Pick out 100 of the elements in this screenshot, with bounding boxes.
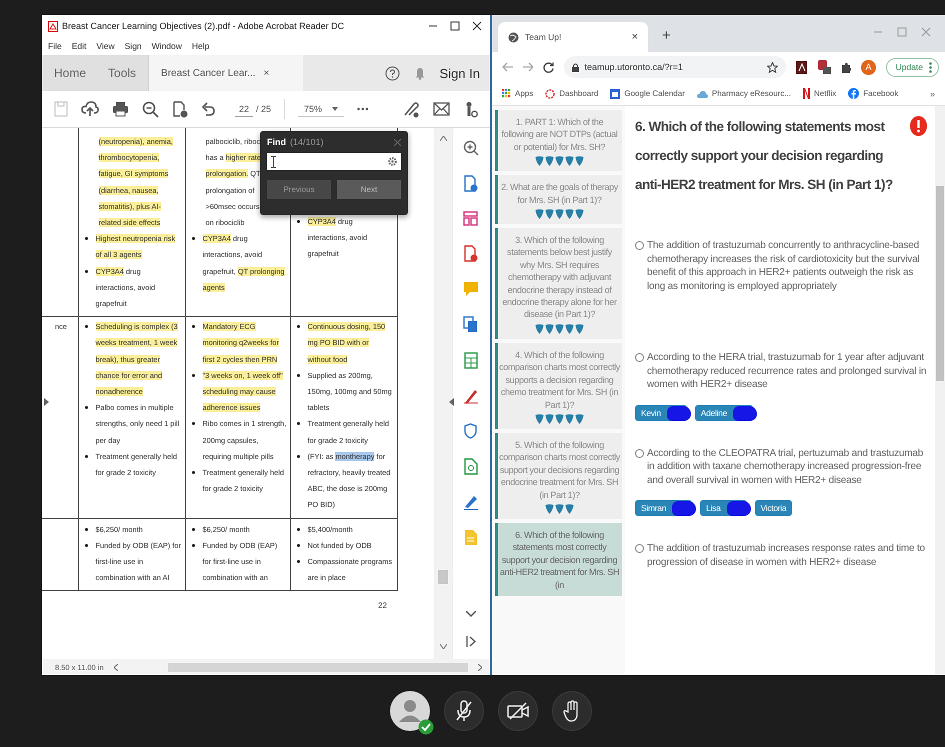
vote-drop-icon xyxy=(545,324,554,334)
page-number-field[interactable]: 22 xyxy=(235,102,254,116)
vote-drop-icon xyxy=(545,156,554,166)
expand-panel-icon[interactable] xyxy=(44,398,49,406)
pdf-icon xyxy=(48,20,58,32)
scrollbar[interactable] xyxy=(434,128,452,659)
cloud-icon xyxy=(696,90,708,98)
signature-pen-icon[interactable] xyxy=(462,494,478,510)
scrollbar-thumb[interactable] xyxy=(438,570,448,584)
close-icon[interactable] xyxy=(472,21,482,31)
combine-files-icon[interactable] xyxy=(463,316,478,333)
hand-icon xyxy=(562,700,580,722)
organize-pages-icon[interactable] xyxy=(463,211,478,226)
tab-close[interactable]: × xyxy=(264,68,270,78)
zoom-dropdown[interactable]: 75% xyxy=(298,102,344,116)
collapse-panel-icon[interactable] xyxy=(449,398,454,406)
menu-item[interactable]: File xyxy=(48,41,62,51)
vote-drop-icon xyxy=(555,156,564,166)
question-item[interactable]: 6. Which of the following statements most correctly support your decision regarding anti-HER2 treatment for Mrs. SH (in xyxy=(495,522,622,596)
chevron-down-icon[interactable] xyxy=(466,611,476,617)
vote-drop-icon xyxy=(535,209,544,220)
tab-close[interactable]: × xyxy=(632,31,638,43)
shield-icon[interactable] xyxy=(464,423,477,439)
update-button[interactable]: Update xyxy=(886,58,940,76)
vote-drop-icon xyxy=(555,414,564,424)
vote-drop-icon xyxy=(575,156,584,166)
bookmark[interactable]: Facebook xyxy=(848,88,898,99)
extension-badge-icon[interactable] xyxy=(817,60,831,74)
microphone-button[interactable] xyxy=(444,691,484,731)
maximize-icon[interactable] xyxy=(450,21,460,31)
scrollbar-thumb[interactable] xyxy=(168,662,468,672)
reload-icon[interactable] xyxy=(543,62,554,72)
file-plus-icon[interactable] xyxy=(464,175,478,192)
new-tab-button[interactable]: + xyxy=(662,27,671,44)
browser-tab[interactable]: Team Up! × xyxy=(498,22,648,52)
more-bookmarks[interactable]: » xyxy=(930,88,935,98)
pen-icon[interactable] xyxy=(462,388,478,404)
redaction-scribble xyxy=(672,501,696,516)
vote-drop-icon xyxy=(575,324,584,334)
search-field[interactable] xyxy=(267,153,401,170)
vote-drop-icon xyxy=(535,414,544,424)
menu-item[interactable]: View xyxy=(96,41,115,51)
star-icon[interactable] xyxy=(766,62,778,72)
radio-button[interactable] xyxy=(635,544,644,553)
zoom-out-icon[interactable] xyxy=(142,100,159,118)
text-cursor-icon xyxy=(271,156,276,168)
nav-tab[interactable]: Home xyxy=(54,66,86,80)
raise-hand-button[interactable] xyxy=(552,691,592,731)
question-text: 5. Which of the following comparison charts most correctly support your decisions regarding endocrine treatment for Mrs. SH (in Part 1)? xyxy=(499,438,620,501)
expand-icon[interactable] xyxy=(466,636,476,647)
bookmark[interactable]: Netflix xyxy=(803,88,836,99)
spreadsheet-icon[interactable] xyxy=(464,352,478,369)
more-button[interactable]: ••• xyxy=(357,104,370,114)
print-icon[interactable] xyxy=(112,101,129,117)
camera-button[interactable] xyxy=(498,691,538,731)
undo-icon[interactable] xyxy=(201,101,216,117)
scroll-down-icon[interactable] xyxy=(440,644,446,649)
answer-option: According to the HERA trial, trastuzumab for 1 year after adjuvant chemotherapy reduced recurrence rates and prolonged survival in women with HER2+ disease xyxy=(647,351,927,392)
radio-button[interactable] xyxy=(635,353,644,362)
question-text: 1. PART 1: Which of the following are NOT DTPs (actual or potential) for Mrs. SH? xyxy=(500,116,618,154)
scroll-left-icon[interactable] xyxy=(114,664,118,670)
menu-item[interactable]: Window xyxy=(152,41,182,51)
scroll-right-icon[interactable] xyxy=(478,664,482,670)
menu-item[interactable]: Sign xyxy=(124,41,142,51)
help-icon[interactable] xyxy=(384,66,400,80)
zoom-in-icon[interactable] xyxy=(462,140,478,156)
tab-title: Breast Cancer Lear... xyxy=(161,68,256,78)
settings-icon[interactable] xyxy=(388,157,397,166)
menu-item[interactable]: Help xyxy=(192,41,210,51)
file-icon[interactable] xyxy=(464,458,478,475)
vote-drop-icon xyxy=(575,209,584,220)
avatar-icon[interactable] xyxy=(390,691,430,731)
pen-link-icon[interactable] xyxy=(403,100,420,118)
sign-in-link[interactable]: Sign In xyxy=(440,66,480,80)
grid-icon xyxy=(502,89,511,98)
radio-button[interactable] xyxy=(635,241,644,250)
bookmark[interactable]: Google Calendar xyxy=(610,88,685,98)
bookmark[interactable]: Dashboard xyxy=(545,88,598,98)
cloud-upload-icon[interactable] xyxy=(81,101,99,117)
scrollbar-thumb[interactable] xyxy=(936,186,944,381)
question-text: 6. Which of the following statements most correctly support your decision regarding anti-HER2 treatment for Mrs. SH (in xyxy=(499,528,620,591)
menu-item[interactable]: Edit xyxy=(72,41,86,51)
puzzle-icon[interactable] xyxy=(840,62,852,72)
address-bar[interactable]: teamup.utoronto.ca/?r=1 xyxy=(564,56,786,78)
file-check-icon[interactable] xyxy=(172,100,188,118)
redaction-scribble xyxy=(733,406,758,420)
bookmark[interactable]: Apps xyxy=(502,89,534,98)
bookmark[interactable]: Pharmacy eResourc... xyxy=(696,89,791,98)
scroll-up-icon[interactable] xyxy=(440,136,446,141)
mail-icon[interactable] xyxy=(433,102,450,116)
pdf-extension-icon[interactable] xyxy=(796,60,808,74)
radio-button[interactable] xyxy=(635,448,644,458)
find-button[interactable]: Next xyxy=(337,180,401,199)
find-title: Find xyxy=(267,137,286,147)
nav-tab[interactable]: Tools xyxy=(108,66,136,80)
document-tab[interactable]: Breast Cancer Lear... × xyxy=(149,55,304,91)
vote-drop-icon xyxy=(565,324,574,334)
export-pdf-icon[interactable] xyxy=(464,245,478,262)
netflix-n-icon xyxy=(803,88,810,99)
redaction-scribble xyxy=(726,501,751,516)
